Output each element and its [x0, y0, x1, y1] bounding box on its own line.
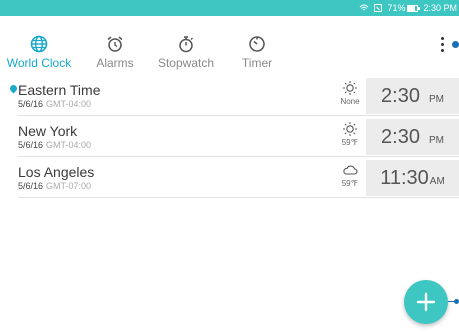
battery-icon [407, 4, 421, 12]
weather: 59℉ [336, 162, 364, 194]
add-city-button[interactable] [404, 280, 448, 324]
date: 5/6/16 [18, 140, 44, 150]
tab-stopwatch[interactable]: Stopwatch [150, 16, 222, 74]
date-line: 5/6/16 GMT-04:00 [18, 140, 91, 150]
city-name: Los Angeles [18, 164, 95, 180]
battery-status: 71% [387, 3, 421, 13]
battery-percent: 71% [387, 3, 406, 13]
city-name: Eastern Time [18, 82, 101, 98]
cloud-icon [343, 165, 358, 175]
date: 5/6/16 [18, 181, 44, 191]
weather-text: None [340, 97, 360, 106]
status-bar: 71% 2:30 PM [0, 0, 459, 16]
no-sim-icon [374, 4, 383, 12]
date-line: 5/6/16 GMT-07:00 [18, 181, 91, 191]
weather: None [336, 80, 364, 112]
time: 11:30 [380, 167, 429, 189]
timer-icon [247, 34, 267, 54]
city-name: New York [18, 123, 78, 139]
ampm: PM [428, 94, 444, 105]
tab-label: World Clock [6, 56, 72, 70]
plus-icon [416, 292, 436, 312]
weather-text: 59℉ [341, 138, 359, 147]
status-time: 2:30 PM [423, 3, 457, 13]
tab-bar: World Clock Alarms Stopwatch Timer [0, 16, 459, 74]
tab-alarms[interactable]: Alarms [86, 16, 144, 74]
tab-world-clock[interactable]: World Clock [0, 16, 78, 74]
weather: 59℉ [336, 121, 364, 153]
clock-row[interactable]: Los Angeles 5/6/16 GMT-07:00 59℉ 11:30 AM [18, 158, 459, 198]
gmt-offset: GMT-04:00 [46, 99, 92, 109]
time-box: 11:30 AM [366, 160, 459, 196]
location-pin-icon [8, 83, 19, 94]
time: 2:30 [381, 126, 420, 148]
indicator-dot [454, 299, 459, 304]
ampm: AM [429, 176, 445, 187]
ampm: PM [428, 135, 444, 146]
time-box: 2:30 PM [366, 78, 459, 114]
gmt-offset: GMT-07:00 [46, 181, 92, 191]
weather-text: 59℉ [341, 179, 359, 188]
sun-icon [343, 81, 357, 95]
indicator-dot [452, 41, 459, 48]
gmt-offset: GMT-04:00 [46, 140, 92, 150]
date: 5/6/16 [18, 99, 44, 109]
tab-label: Timer [241, 56, 273, 70]
tab-label: Alarms [96, 56, 134, 70]
tab-label: Stopwatch [157, 56, 215, 70]
clock-row[interactable]: New York 5/6/16 GMT-04:00 59℉ 2:30 PM [18, 117, 459, 157]
tab-timer[interactable]: Timer [228, 16, 286, 74]
globe-icon [29, 34, 49, 54]
date-line: 5/6/16 GMT-04:00 [18, 99, 91, 109]
stopwatch-icon [176, 34, 196, 54]
sun-icon [343, 122, 357, 136]
more-vert-icon[interactable] [434, 35, 452, 55]
alarm-clock-icon [105, 34, 125, 54]
time-box: 2:30 PM [366, 119, 459, 155]
clock-row[interactable]: Eastern Time 5/6/16 GMT-04:00 None 2:30 P… [8, 76, 459, 116]
wifi-icon [359, 4, 369, 12]
time: 2:30 [381, 85, 420, 107]
